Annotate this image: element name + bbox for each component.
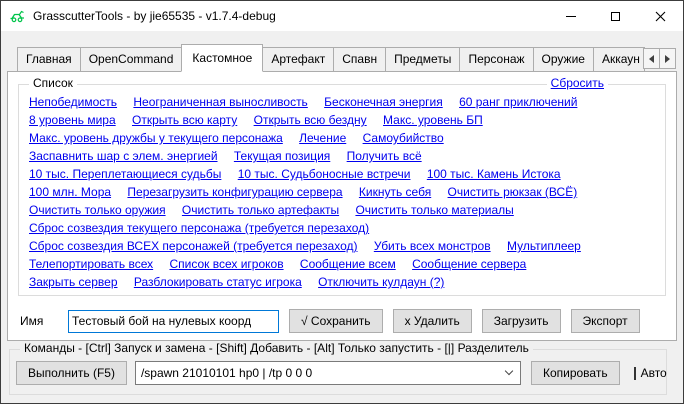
- link-row: Сброс созвездия ВСЕХ персонажей (требует…: [29, 237, 657, 255]
- auto-checkbox-label[interactable]: Авто: [641, 366, 667, 380]
- link-row: 10 тыс. Переплетающиеся судьбы 10 тыс. С…: [29, 165, 657, 183]
- auto-checkbox[interactable]: [634, 367, 636, 380]
- title-bar: GrasscutterTools - by jie65535 - v1.7.4-…: [1, 1, 683, 31]
- link-unlock-player-status[interactable]: Разблокировать статус игрока: [134, 275, 302, 289]
- app-window: GrasscutterTools - by jie65535 - v1.7.4-…: [0, 0, 684, 404]
- copy-button[interactable]: Копировать: [531, 361, 620, 385]
- link-heal[interactable]: Лечение: [299, 131, 346, 145]
- link-max-friendship-current[interactable]: Макс. уровень дружбы у текущего персонаж…: [29, 131, 283, 145]
- tab-items[interactable]: Предметы: [385, 47, 460, 71]
- link-clear-materials-only[interactable]: Очистить только материалы: [355, 203, 513, 217]
- tab-weapon[interactable]: Оружие: [533, 47, 594, 71]
- link-row: 100 млн. Мора Перезагрузить конфигурацию…: [29, 183, 657, 201]
- list-groupbox: Список Сбросить Непобедимость Неограниче…: [18, 84, 666, 296]
- link-kill-all-monsters[interactable]: Убить всех монстров: [374, 239, 491, 253]
- window-title: GrasscutterTools - by jie65535 - v1.7.4-…: [33, 9, 276, 23]
- link-server-message[interactable]: Сообщение сервера: [412, 257, 526, 271]
- tab-character[interactable]: Персонаж: [459, 47, 533, 71]
- link-row: Непобедимость Неограниченная выносливост…: [29, 93, 657, 111]
- link-player-list[interactable]: Список всех игроков: [169, 257, 283, 271]
- link-multiplayer[interactable]: Мультиплеер: [507, 239, 581, 253]
- maximize-icon[interactable]: [593, 1, 638, 31]
- arrow-left-icon[interactable]: [643, 48, 660, 69]
- export-button[interactable]: Экспорт: [571, 309, 640, 333]
- tab-artifact[interactable]: Артефакт: [262, 47, 334, 71]
- link-teleport-all[interactable]: Телепортировать всех: [29, 257, 153, 271]
- link-world-level-8[interactable]: 8 уровень мира: [29, 113, 116, 127]
- tab-account[interactable]: Аккаун: [593, 47, 645, 71]
- link-stop-server[interactable]: Закрыть сервер: [29, 275, 118, 289]
- link-unlimited-stamina[interactable]: Неограниченная выносливость: [133, 95, 307, 109]
- link-row: Сброс созвездия текущего персонажа (треб…: [29, 219, 657, 237]
- link-reset-constellation-current[interactable]: Сброс созвездия текущего персонажа (треб…: [29, 221, 369, 235]
- name-row: Имя √ Сохранить x Удалить Загрузить Эксп…: [20, 309, 666, 333]
- link-reset-constellation-all[interactable]: Сброс созвездия ВСЕХ персонажей (требует…: [29, 239, 357, 253]
- link-message-all[interactable]: Сообщение всем: [300, 257, 396, 271]
- tab-opencommand[interactable]: OpenCommand: [80, 47, 183, 71]
- tab-bar: Главная OpenCommand Кастомное Артефакт С…: [1, 31, 683, 71]
- run-button[interactable]: Выполнить (F5): [16, 361, 127, 385]
- window-controls: [548, 1, 683, 31]
- link-10k-acquaint-fate[interactable]: 10 тыс. Судьбоносные встречи: [238, 167, 411, 181]
- save-button[interactable]: √ Сохранить: [289, 309, 383, 333]
- link-row: Закрыть сервер Разблокировать статус игр…: [29, 273, 657, 291]
- link-clear-weapons-only[interactable]: Очистить только оружия: [29, 203, 166, 217]
- link-disable-cooldown[interactable]: Отключить кулдаун (?): [318, 275, 444, 289]
- link-row: Очистить только оружия Очистить только а…: [29, 201, 657, 219]
- chevron-down-icon: [505, 367, 513, 375]
- link-unlock-map[interactable]: Открыть всю карту: [132, 113, 237, 127]
- commands-group-title: Команды - [Ctrl] Запуск и замена - [Shif…: [20, 341, 533, 355]
- link-max-battlepass[interactable]: Макс. уровень БП: [383, 113, 483, 127]
- link-get-all[interactable]: Получить всё: [347, 149, 422, 163]
- link-row: Макс. уровень дружбы у текущего персонаж…: [29, 129, 657, 147]
- command-row: Выполнить (F5) /spawn 21010101 hp0 | /tp…: [10, 350, 666, 385]
- bottom-panel: Команды - [Ctrl] Запуск и замена - [Shif…: [1, 341, 683, 395]
- link-unlock-abyss[interactable]: Открыть всю бездну: [254, 113, 367, 127]
- name-label: Имя: [20, 314, 68, 328]
- link-current-position[interactable]: Текущая позиция: [234, 149, 330, 163]
- link-suicide[interactable]: Самоубийство: [363, 131, 444, 145]
- list-group-title: Список: [29, 76, 77, 90]
- tab-scroll-buttons: [644, 48, 676, 71]
- arrow-right-icon[interactable]: [659, 48, 676, 69]
- command-text: /spawn 21010101 hp0 | /tp 0 0 0: [141, 366, 312, 380]
- link-clear-inventory-all[interactable]: Очистить рюкзак (ВСЁ): [448, 185, 578, 199]
- link-row: Телепортировать всех Список всех игроков…: [29, 255, 657, 273]
- minimize-icon[interactable]: [548, 1, 593, 31]
- command-combobox[interactable]: /spawn 21010101 hp0 | /tp 0 0 0: [135, 361, 521, 385]
- delete-button[interactable]: x Удалить: [393, 309, 472, 333]
- grasscutter-logo-icon: [9, 8, 27, 24]
- command-links: Непобедимость Неограниченная выносливост…: [19, 85, 665, 291]
- link-kick-self[interactable]: Кикнуть себя: [359, 185, 431, 199]
- link-10k-intertwined-fate[interactable]: 10 тыс. Переплетающиеся судьбы: [29, 167, 221, 181]
- link-row: Заспавнить шар с элем. энергией Текущая …: [29, 147, 657, 165]
- link-reload-server-config[interactable]: Перезагрузить конфигурацию сервера: [127, 185, 342, 199]
- load-button[interactable]: Загрузить: [482, 309, 561, 333]
- tab-home[interactable]: Главная: [17, 47, 81, 71]
- link-adventure-rank-60[interactable]: 60 ранг приключений: [459, 95, 577, 109]
- link-100k-genesis-crystal[interactable]: 100 тыс. Камень Истока: [427, 167, 561, 181]
- link-infinite-energy[interactable]: Бесконечная энергия: [324, 95, 443, 109]
- commands-groupbox: Команды - [Ctrl] Запуск и замена - [Shif…: [9, 349, 667, 395]
- link-invincibility[interactable]: Непобедимость: [29, 95, 117, 109]
- link-spawn-elemental-orb[interactable]: Заспавнить шар с элем. энергией: [29, 149, 218, 163]
- link-row: 8 уровень мира Открыть всю карту Открыть…: [29, 111, 657, 129]
- tab-custom[interactable]: Кастомное: [181, 44, 263, 72]
- link-clear-artifacts-only[interactable]: Очистить только артефакты: [182, 203, 339, 217]
- tab-spawn[interactable]: Спавн: [333, 47, 386, 71]
- reset-link[interactable]: Сбросить: [547, 76, 608, 90]
- link-100m-mora[interactable]: 100 млн. Мора: [29, 185, 111, 199]
- name-input[interactable]: [68, 310, 279, 333]
- custom-tab-page: Список Сбросить Непобедимость Неограниче…: [7, 71, 677, 341]
- close-icon[interactable]: [638, 1, 683, 31]
